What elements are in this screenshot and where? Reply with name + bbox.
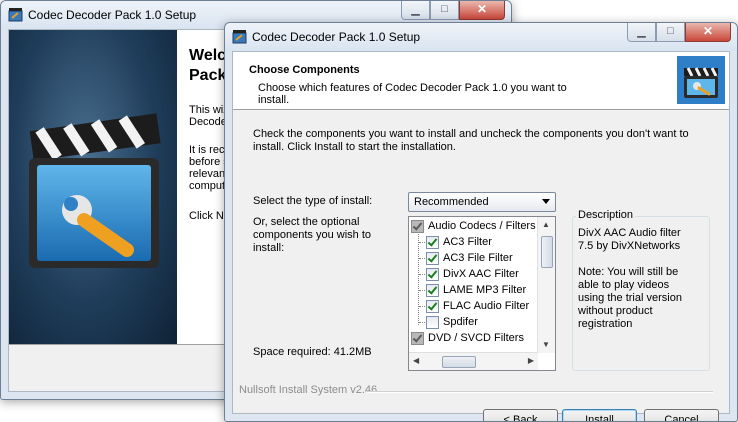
description-text: DivX AAC Audio filter 7.5 by DivXNetwork…	[578, 227, 682, 330]
cancel-button[interactable]: Cancel	[644, 409, 719, 421]
minimize-icon: ▁	[637, 26, 646, 38]
install-type-label: Select the type of install:	[253, 195, 373, 207]
tree-item-flac-audio-filter[interactable]: FLAC Audio Filter	[426, 298, 529, 314]
checkbox[interactable]	[426, 315, 439, 329]
maximize-icon: □	[441, 3, 448, 15]
instructions-text: Check the components you want to install…	[253, 128, 689, 153]
components-tree[interactable]: Audio Codecs / Filters AC3 Filter AC3 Fi…	[408, 216, 556, 371]
tree-item-divx-aac-filter[interactable]: DivX AAC Filter	[426, 266, 519, 282]
scroll-left-icon[interactable]: ◀	[413, 357, 419, 365]
maximize-button[interactable]: □	[430, 1, 459, 20]
tree-connector	[418, 229, 419, 325]
scroll-down-icon[interactable]: ▼	[542, 341, 550, 349]
maximize-button[interactable]: □	[656, 23, 685, 42]
checkbox[interactable]	[426, 267, 439, 281]
checkbox[interactable]	[426, 283, 439, 297]
page-subtitle: Choose which features of Codec Decoder P…	[258, 82, 567, 106]
install-type-dropdown[interactable]: Recommended	[408, 192, 556, 212]
tree-item-lame-mp3-filter[interactable]: LAME MP3 Filter	[426, 282, 526, 298]
checkbox[interactable]	[426, 251, 439, 265]
tree-item-label: DivX AAC Filter	[443, 268, 519, 280]
checkbox[interactable]	[411, 331, 424, 345]
tree-connector	[419, 322, 425, 323]
app-icon	[8, 8, 23, 22]
window-body: Choose Components Choose which features …	[232, 51, 730, 421]
checkbox[interactable]	[426, 299, 439, 313]
optional-components-label: Or, select the optional components you w…	[253, 216, 372, 254]
close-button[interactable]: ✕	[459, 1, 505, 20]
space-required: Space required: 41.2MB	[253, 346, 372, 358]
app-icon	[232, 30, 247, 44]
install-button[interactable]: Install	[562, 409, 637, 421]
caption-buttons: ▁ □ ✕	[401, 1, 505, 20]
page-title: Choose Components	[249, 64, 360, 76]
maximize-icon: □	[667, 25, 674, 37]
side-banner	[9, 30, 177, 344]
window-title: Codec Decoder Pack 1.0 Setup	[28, 8, 197, 22]
scrollbar-thumb[interactable]	[442, 356, 476, 368]
tree-item-label: Audio Codecs / Filters	[428, 220, 536, 232]
components-window: Codec Decoder Pack 1.0 Setup ▁ □ ✕ Choos…	[224, 22, 738, 422]
tree-item-label: DVD / SVCD Filters	[428, 332, 524, 344]
tree-connector	[419, 242, 425, 243]
tree-item-audio-codecs[interactable]: Audio Codecs / Filters	[411, 218, 536, 234]
close-icon: ✕	[476, 2, 488, 16]
window-title: Codec Decoder Pack 1.0 Setup	[252, 30, 421, 44]
scroll-right-icon[interactable]: ▶	[528, 357, 534, 365]
minimize-icon: ▁	[411, 4, 420, 16]
scroll-up-icon[interactable]: ▲	[542, 221, 550, 229]
branding-text: Nullsoft Install System v2.46	[239, 384, 378, 396]
install-type-value: Recommended	[414, 196, 489, 208]
clapperboard-wrench-logo	[29, 113, 161, 268]
checkbox[interactable]	[426, 235, 439, 249]
scrollbar-thumb[interactable]	[541, 236, 553, 268]
tree-item-label: AC3 Filter	[443, 236, 492, 248]
description-heading: Description	[576, 209, 636, 221]
page-header: Choose Components Choose which features …	[233, 52, 729, 110]
horizontal-scrollbar[interactable]: ◀ ▶	[409, 352, 538, 370]
tree-connector	[419, 306, 425, 307]
back-button[interactable]: < Back	[483, 409, 558, 421]
divider	[367, 391, 713, 393]
tree-item-label: LAME MP3 Filter	[443, 284, 527, 296]
vertical-scrollbar[interactable]: ▲ ▼	[537, 217, 555, 353]
tree-connector	[419, 290, 425, 291]
tree-item-dvd-svcd-filters[interactable]: DVD / SVCD Filters	[411, 330, 524, 346]
minimize-button[interactable]: ▁	[627, 23, 656, 42]
tree-item-label: FLAC Audio Filter	[443, 300, 530, 312]
close-button[interactable]: ✕	[685, 23, 731, 42]
tree-item-spdifer[interactable]: Spdifer	[426, 314, 478, 330]
tree-item-label: AC3 File Filter	[443, 252, 513, 264]
chevron-down-icon	[542, 199, 550, 204]
tree-connector	[419, 274, 425, 275]
minimize-button[interactable]: ▁	[401, 1, 430, 20]
close-icon: ✕	[702, 24, 714, 38]
caption-buttons: ▁ □ ✕	[627, 23, 731, 42]
tree-item-ac3-filter[interactable]: AC3 Filter	[426, 234, 492, 250]
clapperboard-wrench-icon	[677, 56, 725, 104]
tree-connector	[419, 258, 425, 259]
tree-item-label: Spdifer	[443, 316, 478, 328]
checkbox[interactable]	[411, 219, 424, 233]
tree-item-ac3-file-filter[interactable]: AC3 File Filter	[426, 250, 513, 266]
